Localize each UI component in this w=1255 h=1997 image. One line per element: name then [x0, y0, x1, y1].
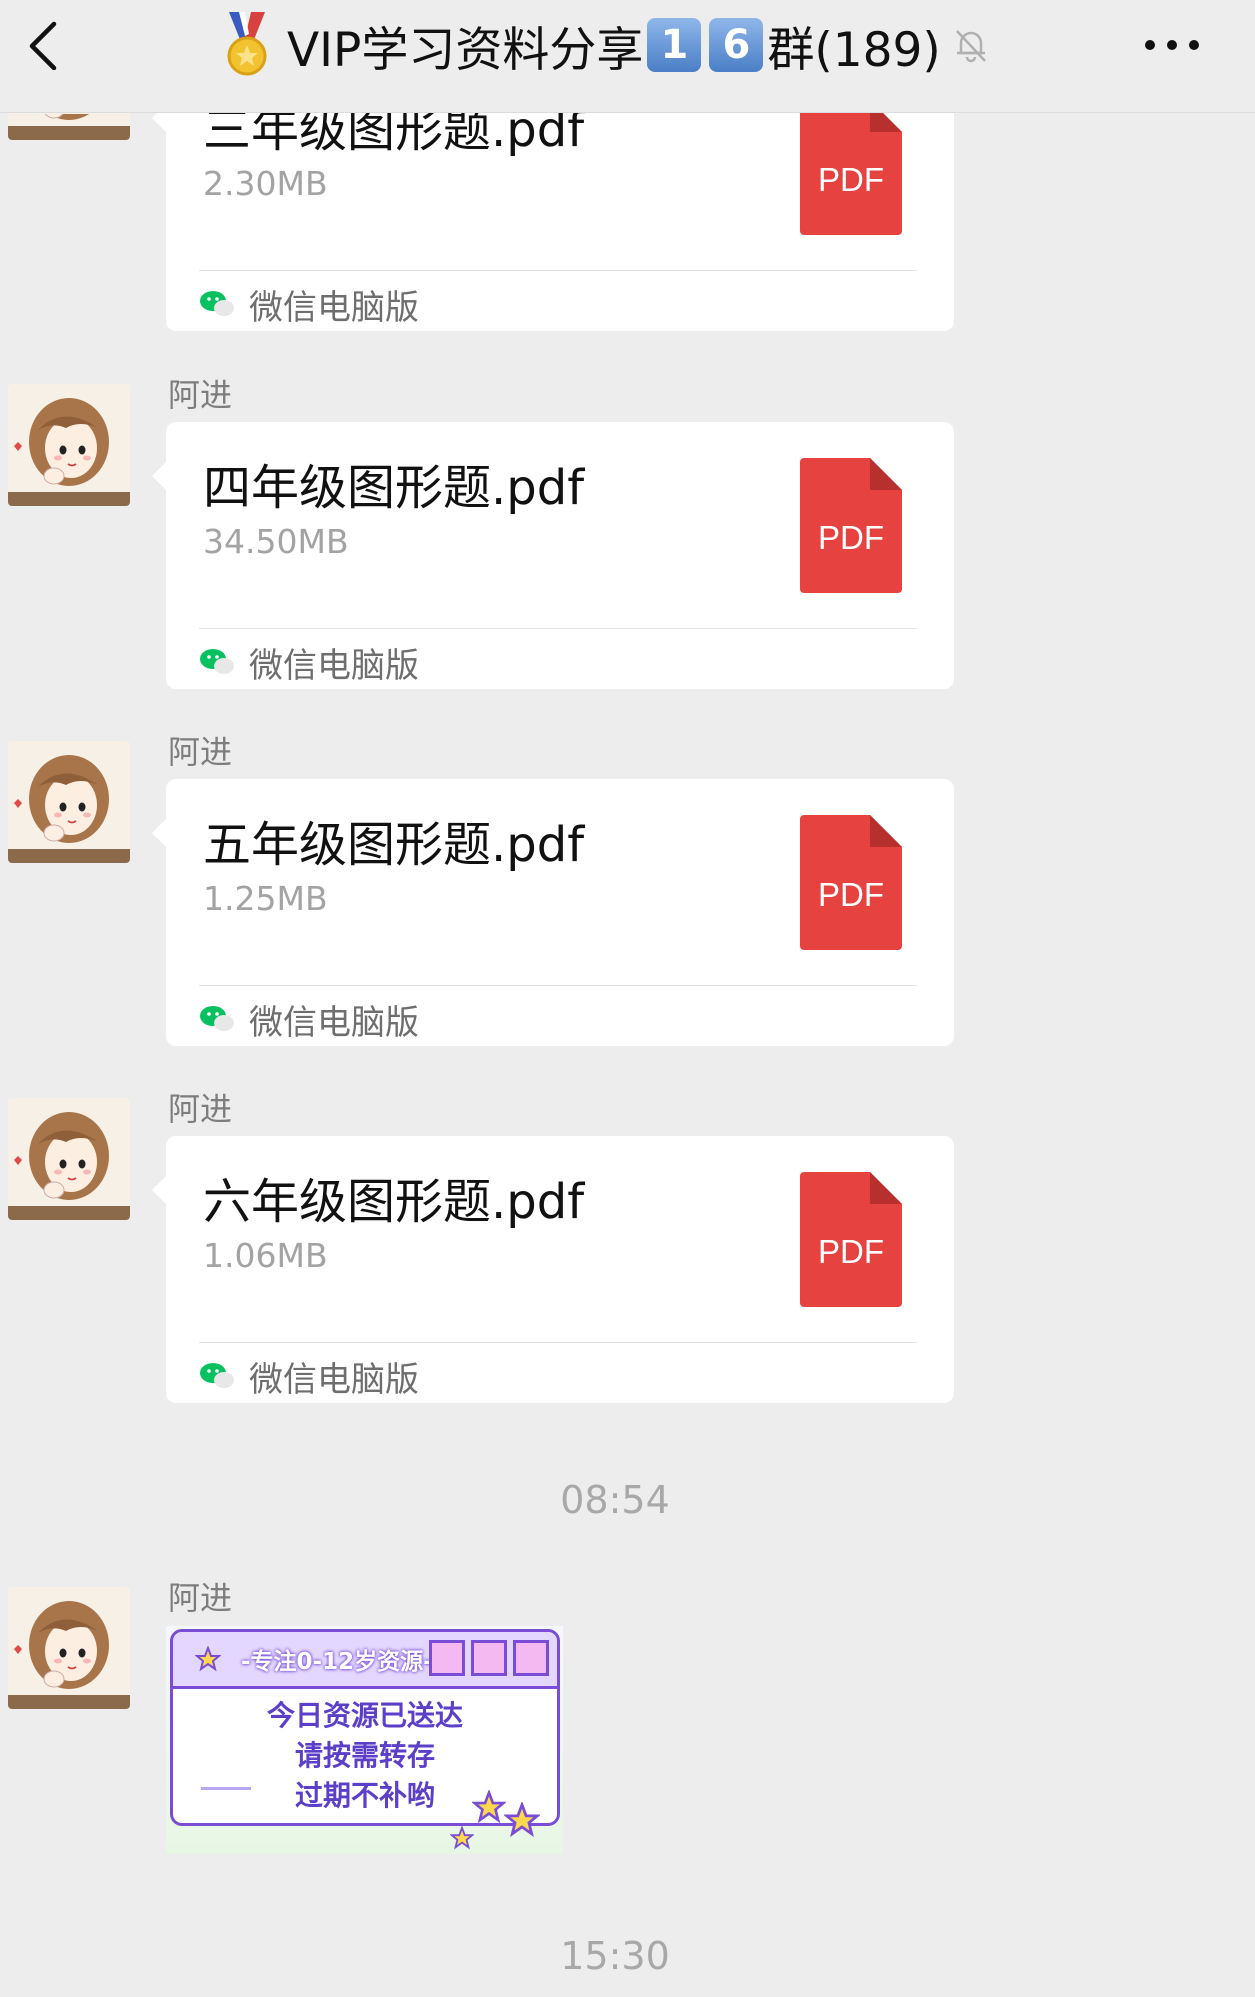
file-message-bubble[interactable]: 六年级图形题.pdf 1.06MB PDF 微信电脑版 — [152, 1136, 954, 1403]
more-dots-icon[interactable] — [1140, 30, 1204, 60]
file-size: 2.30MB — [203, 164, 328, 203]
pdf-file-icon: PDF — [800, 815, 902, 950]
pdf-label: PDF — [818, 876, 884, 913]
source-label: 微信电脑版 — [249, 287, 419, 328]
bubble-tail — [152, 819, 166, 847]
source-label: 微信电脑版 — [249, 1359, 419, 1400]
avatar[interactable] — [8, 1098, 130, 1220]
file-size: 34.50MB — [203, 522, 349, 561]
wechat-icon — [200, 1006, 234, 1031]
wechat-icon — [200, 1363, 234, 1388]
pdf-file-icon: PDF — [800, 1172, 902, 1307]
source-label: 微信电脑版 — [249, 645, 419, 686]
wechat-icon — [200, 291, 234, 316]
back-arrow-icon[interactable] — [20, 20, 70, 71]
file-size: 1.25MB — [203, 879, 328, 918]
file-name: 六年级图形题.pdf — [203, 1174, 585, 1230]
pdf-file-icon: PDF — [800, 100, 902, 235]
avatar[interactable] — [8, 1587, 130, 1709]
file-name: 五年级图形题.pdf — [203, 817, 585, 873]
source-row: 微信电脑版 — [199, 282, 419, 328]
close-icon — [513, 1640, 549, 1676]
image-message[interactable]: -专注0-12岁资源- 今日资源已送达 请按需转存 过期不补哟 — [166, 1626, 563, 1854]
pdf-label: PDF — [818, 519, 884, 556]
chat-title[interactable]: VIP学习资料分享 1 6 群(189) — [225, 10, 991, 80]
file-size: 1.06MB — [203, 1236, 328, 1275]
star-icon — [195, 1646, 221, 1672]
avatar[interactable] — [8, 741, 130, 863]
wechat-icon — [200, 649, 234, 674]
mute-bell-icon — [955, 30, 986, 63]
banner-title: -专注0-12岁资源- — [241, 1649, 433, 1675]
chat-header: VIP学习资料分享 1 6 群(189) — [0, 0, 1255, 113]
avatar[interactable] — [8, 384, 130, 506]
digit-badge: 1 — [647, 18, 702, 72]
banner-line: 今日资源已送达 — [266, 1699, 463, 1732]
source-row: 微信电脑版 — [199, 640, 419, 686]
member-count: 群(189) — [767, 22, 941, 78]
divider — [199, 1342, 917, 1343]
maximize-icon — [471, 1640, 507, 1676]
bubble-tail — [152, 462, 166, 490]
banner-title-bar: -专注0-12岁资源- — [173, 1632, 557, 1689]
title-text: VIP学习资料分享 — [287, 22, 644, 78]
medal-icon — [227, 12, 267, 76]
file-message-bubble[interactable]: 四年级图形题.pdf 34.50MB PDF 微信电脑版 — [152, 422, 954, 689]
file-message-bubble[interactable]: 五年级图形题.pdf 1.25MB PDF 微信电脑版 — [152, 779, 954, 1046]
star-icon — [504, 1802, 540, 1838]
digit-badge: 6 — [709, 18, 764, 72]
star-icon — [450, 1826, 474, 1850]
divider — [199, 985, 917, 986]
file-name: 四年级图形题.pdf — [203, 460, 585, 516]
sender-name: 阿进 — [168, 733, 233, 771]
sender-name: 阿进 — [168, 1579, 233, 1617]
bubble-tail — [152, 1176, 166, 1204]
source-label: 微信电脑版 — [249, 1002, 419, 1043]
pdf-label: PDF — [818, 161, 884, 198]
star-icon — [472, 1790, 506, 1824]
source-row: 微信电脑版 — [199, 1354, 419, 1400]
divider — [199, 628, 917, 629]
banner-line: 请按需转存 — [294, 1739, 435, 1772]
sender-name: 阿进 — [168, 1090, 233, 1128]
timestamp: 15:30 — [560, 1934, 670, 1978]
pdf-file-icon: PDF — [800, 458, 902, 593]
minimize-icon — [429, 1640, 465, 1676]
sender-name: 阿进 — [168, 376, 233, 414]
pdf-label: PDF — [818, 1233, 884, 1270]
source-row: 微信电脑版 — [199, 997, 419, 1043]
divider — [199, 270, 917, 271]
decor-dash — [201, 1787, 251, 1790]
timestamp: 08:54 — [560, 1478, 670, 1522]
